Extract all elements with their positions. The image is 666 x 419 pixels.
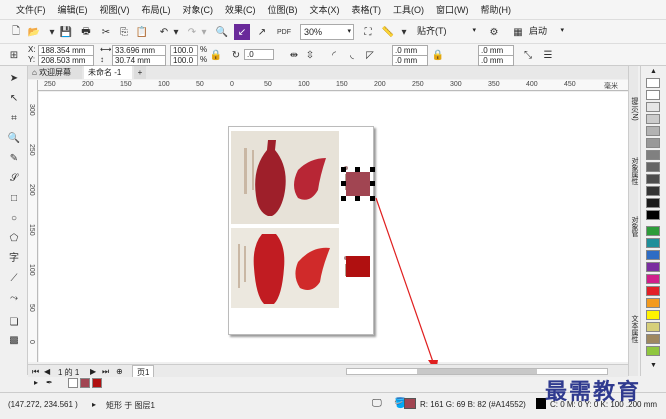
eyedropper-icon[interactable]: ✒ [46,378,53,387]
swatch-yellow[interactable] [646,310,660,320]
doc-swatch-red[interactable] [92,378,102,388]
selection-info: 矩形 于 图层1 [106,401,155,410]
status-arrow-icon: ▸ [92,400,97,409]
last-page-icon[interactable]: ⏭ [102,367,109,377]
swatch-orange[interactable] [646,298,660,308]
swatch-gray10[interactable] [646,102,660,112]
swatch-red[interactable] [646,286,660,296]
swatch-white[interactable] [646,90,660,100]
vase-image-bottom[interactable] [231,228,339,308]
palette-down-icon[interactable]: ▼ [650,362,657,369]
swatch-gray40[interactable] [646,138,660,148]
palette-up-icon[interactable]: ▲ [650,68,657,75]
monitor-icon: 🖵 [372,398,382,409]
swatch-blue[interactable] [646,250,660,260]
swatch-teal[interactable] [646,238,660,248]
docker-tabs: 提示(N) 对象属性 对象管 文本属性 [628,66,638,376]
doc-swatch-selected[interactable] [80,378,90,388]
watermark-text: 最需教育 [545,379,642,405]
swatch-green[interactable] [646,226,660,236]
swatch-gray20[interactable] [646,114,660,124]
red-rectangle[interactable] [346,256,370,277]
vase-image-top[interactable] [231,131,339,224]
prev-page-icon[interactable]: ◀ [44,367,50,376]
swatch-none[interactable] [646,78,660,88]
swatch-gray60[interactable] [646,162,660,172]
annotation-arrow [375,197,438,372]
page-artwork [231,131,438,372]
swatch-gray70[interactable] [646,174,660,184]
first-page-icon[interactable]: ⏮ [32,367,39,377]
docker-hints-tab[interactable]: 提示(N) [629,86,639,132]
swatch-gray30[interactable] [646,126,660,136]
swatch-purple[interactable] [646,262,660,272]
swatch-tan[interactable] [646,334,660,344]
document-palette: ▸ ✒ [28,377,628,389]
swatch-lime[interactable] [646,346,660,356]
docker-object-manager-tab[interactable]: 对象管 [629,206,639,246]
page-navigator: ⏮ ◀ 1 的 1 ▶ ⏭ ⊕ 页1 [28,364,628,380]
palette-menu-icon[interactable]: ▸ [34,378,38,387]
swatch-no-fill[interactable] [68,378,78,388]
add-page-icon[interactable]: ⊕ [116,367,123,376]
fill-color-values: R: 161 G: 69 B: 82 (#A14552) [420,400,526,409]
swatch-khaki[interactable] [646,322,660,332]
cursor-coordinates: (147.272, 234.561 ) [8,400,78,409]
swatch-black[interactable] [646,210,660,220]
color-palette: ▲ ▼ [640,66,666,376]
swatch-magenta[interactable] [646,274,660,284]
docker-object-properties-tab[interactable]: 对象属性 [629,146,639,196]
next-page-icon[interactable]: ▶ [90,367,96,376]
swatch-gray50[interactable] [646,150,660,160]
selected-rectangle[interactable] [346,172,370,196]
swatch-gray80[interactable] [646,186,660,196]
docker-text-properties-tab[interactable]: 文本属性 [629,304,639,354]
swatch-gray90[interactable] [646,198,660,208]
fill-color-swatch[interactable] [404,398,416,409]
scrollbar-thumb[interactable] [417,369,537,374]
